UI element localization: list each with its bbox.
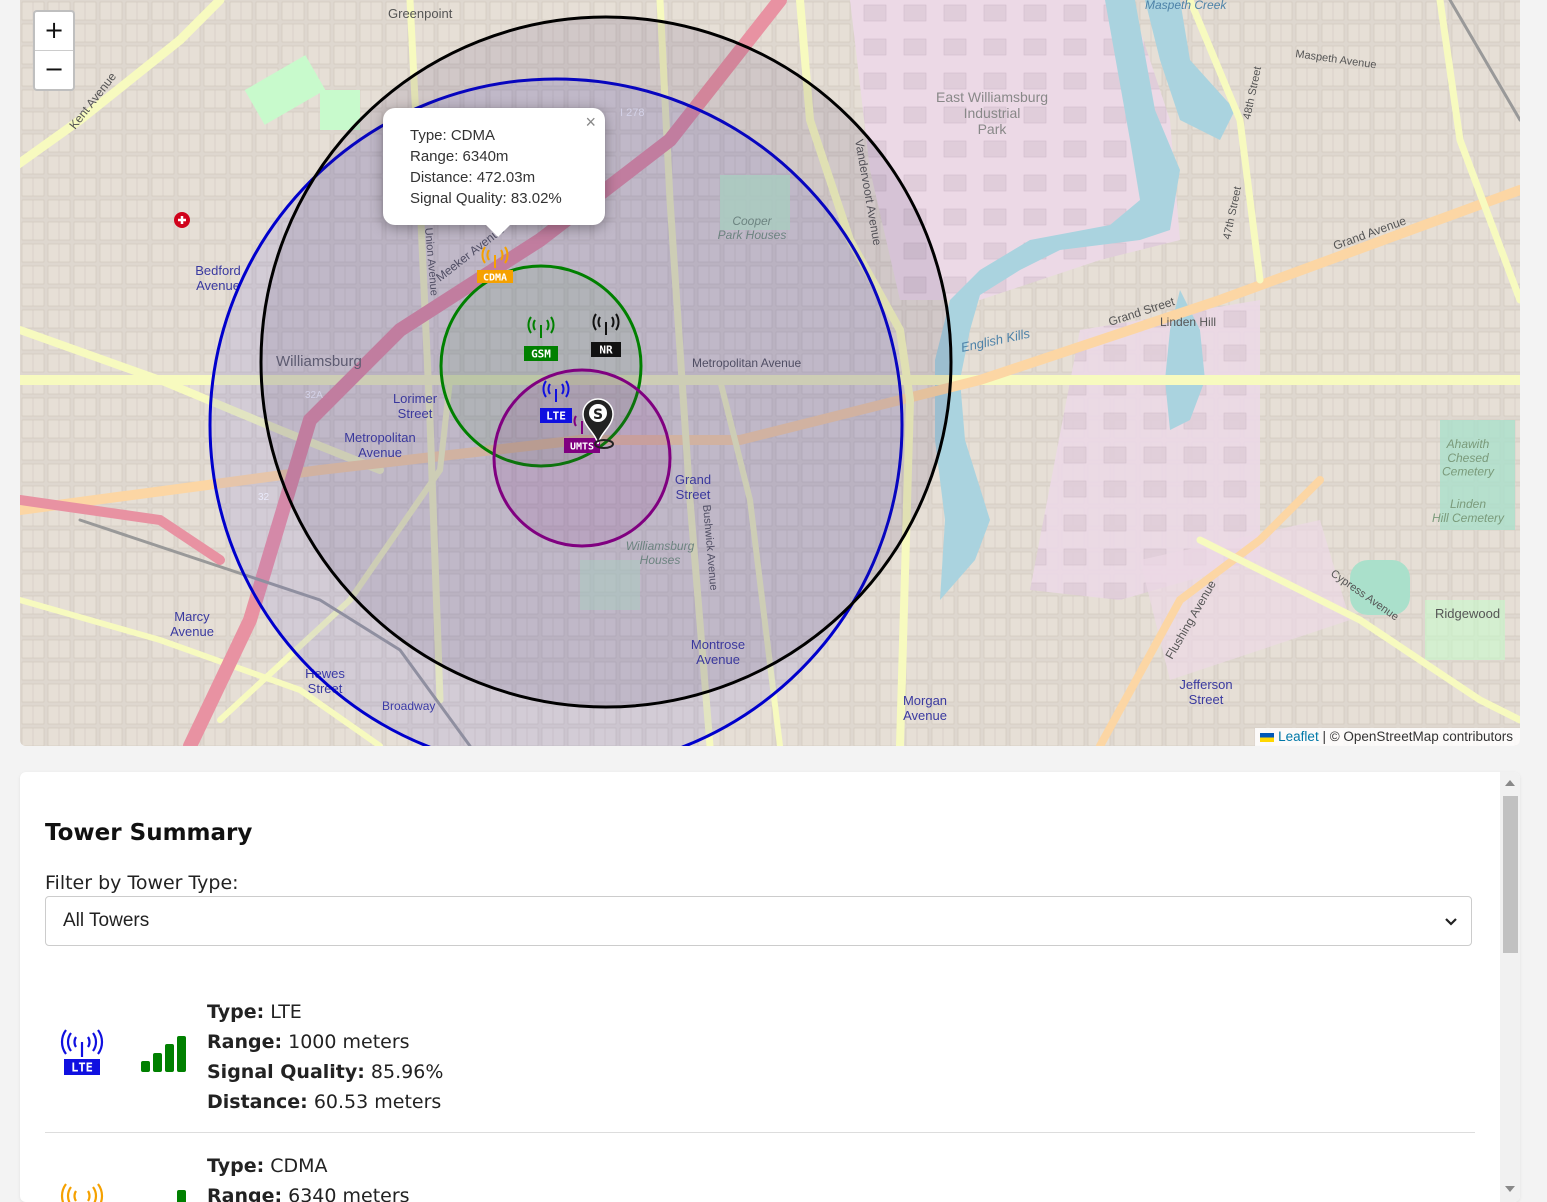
zoom-out-button[interactable]: − [35, 50, 73, 89]
tower-type-value: CDMA [270, 1155, 328, 1177]
popup-range: Range: 6340m [410, 148, 509, 165]
tower-type-filter-select[interactable]: All Towers [45, 896, 1472, 946]
lte-marker-label: LTE [546, 410, 566, 423]
scroll-up-arrow-icon[interactable] [1505, 780, 1515, 786]
list-divider [45, 1132, 1475, 1133]
umts-marker-label: UMTS [570, 442, 594, 453]
popup-distance: Distance: 472.03m [410, 169, 536, 186]
tower-range-value: 1000 meters [288, 1031, 410, 1053]
zoom-in-button[interactable]: + [35, 12, 73, 50]
popup-type: Type: CDMA [410, 127, 496, 144]
map-attribution: Leaflet | © OpenStreetMap contributors [1255, 728, 1520, 746]
tower-signal-value: 85.96% [370, 1061, 444, 1083]
popup-signal-quality: Signal Quality: 83.02% [410, 190, 562, 207]
type-label: Type: [207, 1001, 265, 1023]
distance-label: Distance: [207, 1091, 308, 1113]
signal-bars-icon [177, 1190, 186, 1202]
tower-list-item: LTE Type: LTE Range: 1000 meters Signal … [45, 997, 1475, 1117]
tower-type-value: LTE [270, 1001, 302, 1023]
filter-selected-value: All Towers [63, 910, 150, 931]
tower-details: Type: LTE Range: 1000 meters Signal Qual… [207, 997, 443, 1117]
lte-tower-icon: LTE [60, 1029, 104, 1075]
nr-marker-label: NR [599, 344, 613, 357]
tower-details: Type: CDMA Range: 6340 meters [207, 1151, 410, 1202]
cdma-tower-icon: CDMA [477, 246, 513, 284]
lte-icon-label: LTE [71, 1061, 93, 1075]
scrollbar-thumb[interactable] [1503, 796, 1518, 953]
popup-close-button[interactable]: × [585, 112, 596, 133]
panel-scrollbar[interactable] [1500, 772, 1520, 1202]
signal-bar [177, 1036, 186, 1072]
cdma-tower-icon [60, 1183, 104, 1202]
nr-tower-icon: NR [591, 313, 621, 357]
gsm-tower-icon: GSM [524, 316, 558, 361]
panel-title: Tower Summary [45, 820, 253, 846]
ukraine-flag-icon [1260, 732, 1275, 742]
lte-tower-icon: LTE [540, 380, 572, 423]
map-container[interactable]: Greenpoint Maspeth Creek Williamsburg I … [20, 0, 1520, 746]
tower-info-popup: × Type: CDMA Range: 6340m Distance: 472.… [383, 108, 605, 237]
leaflet-link[interactable]: Leaflet [1278, 729, 1319, 744]
popup-tip [486, 225, 510, 237]
scroll-down-arrow-icon[interactable] [1505, 1186, 1515, 1192]
tower-summary-panel[interactable]: Tower Summary Filter by Tower Type: All … [20, 772, 1520, 1202]
tower-range-value: 6340 meters [288, 1185, 410, 1202]
signal-bar [165, 1044, 174, 1072]
range-label: Range: [207, 1185, 283, 1202]
signal-bar [153, 1053, 162, 1072]
filter-label: Filter by Tower Type: [45, 872, 239, 894]
type-label: Type: [207, 1155, 265, 1177]
attribution-text: | © OpenStreetMap contributors [1318, 729, 1513, 744]
cdma-marker-label: CDMA [483, 273, 507, 284]
chevron-down-icon [1445, 918, 1457, 926]
signal-bar [141, 1061, 150, 1072]
tower-markers-layer: CDMA GSM NR LTE UMTS S [477, 246, 621, 453]
user-marker-letter: S [593, 407, 603, 423]
tower-distance-value: 60.53 meters [313, 1091, 442, 1113]
signal-quality-label: Signal Quality: [207, 1061, 365, 1083]
gsm-marker-label: GSM [531, 348, 551, 361]
signal-bars-icon [141, 1036, 186, 1072]
range-label: Range: [207, 1031, 283, 1053]
zoom-control: + − [33, 10, 75, 91]
tower-list-item: Type: CDMA Range: 6340 meters [45, 1151, 1475, 1202]
